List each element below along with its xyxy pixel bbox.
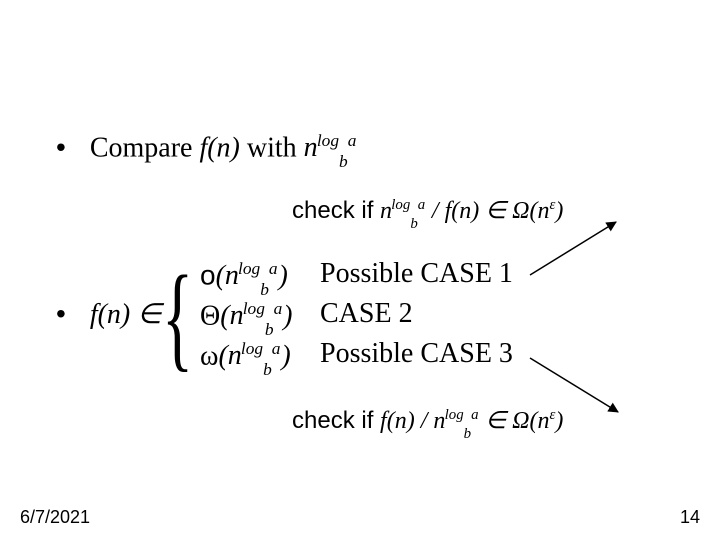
- slide: • Compare f(n) with nlogba check if nlog…: [0, 0, 720, 540]
- footer-page: 14: [680, 507, 700, 528]
- arrow-icon: [0, 0, 720, 540]
- footer-date: 6/7/2021: [20, 507, 90, 528]
